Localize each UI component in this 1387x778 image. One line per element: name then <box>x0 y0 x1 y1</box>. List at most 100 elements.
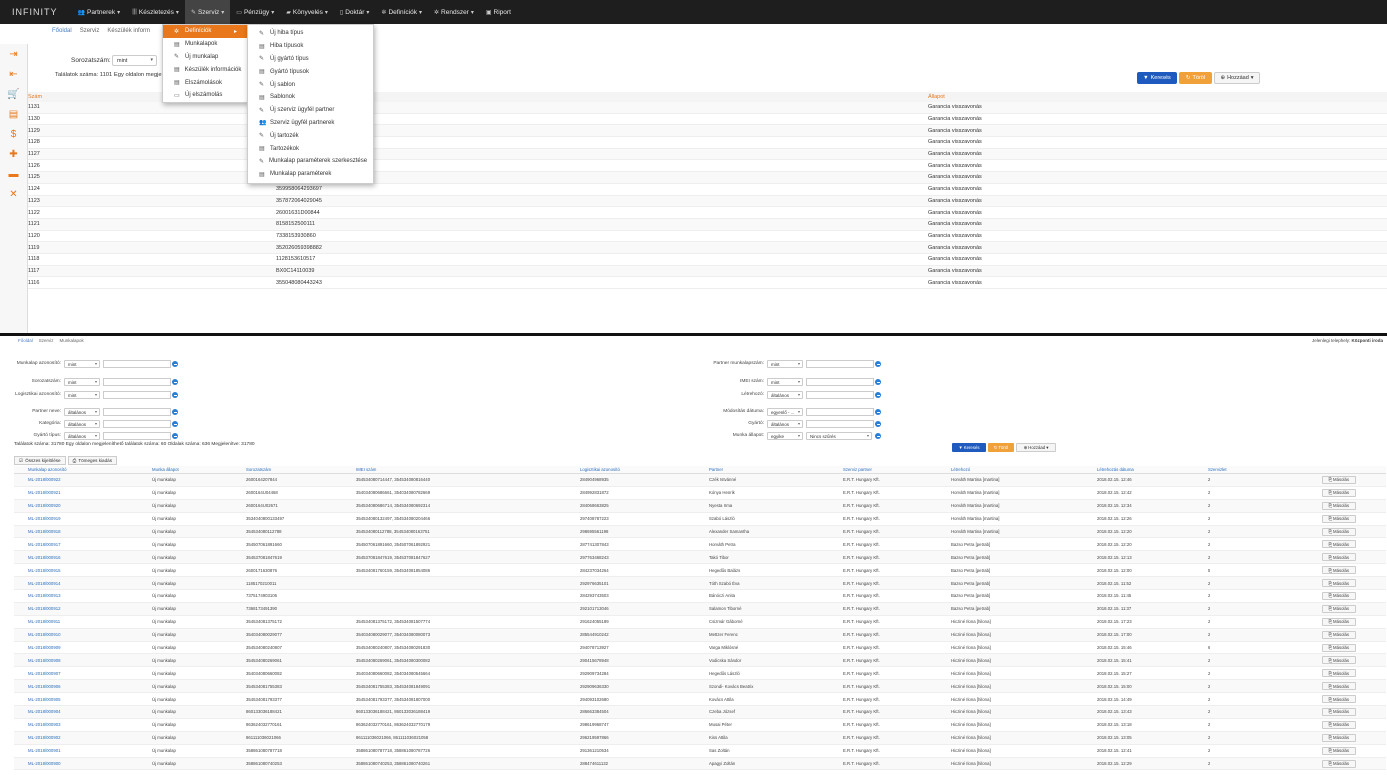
submenu-item-4[interactable]: ✎ Új sablon <box>248 78 373 91</box>
filter-select[interactable]: mint <box>767 378 803 386</box>
table-row[interactable]: 1128 Garancia visszavonás <box>28 137 1387 149</box>
worksheet-link[interactable]: ML-2018/000921 <box>14 490 138 495</box>
cart-icon[interactable]: 🛒 <box>0 84 27 104</box>
copy-button[interactable]: ⎘ Másolás <box>1321 475 1356 484</box>
add-filter-icon[interactable] <box>875 392 881 398</box>
copy-button[interactable]: ⎘ Másolás <box>1321 591 1356 600</box>
col-header[interactable]: Szervizlet <box>1194 467 1227 472</box>
search-button[interactable]: ▼ Keresés <box>1137 72 1177 84</box>
copy-button[interactable]: ⎘ Másolás <box>1321 514 1356 523</box>
copy-button[interactable]: ⎘ Másolás <box>1321 566 1356 575</box>
worksheet-link[interactable]: ML-2018/000918 <box>14 529 138 534</box>
table-row[interactable]: ML-2018/000901 Új munkalap 358861080787718… <box>14 745 1386 758</box>
table-row[interactable]: ML-2018/000911 Új munkalap 354534081375172… <box>14 616 1386 629</box>
nav-1[interactable]: ||| Készletezés ▾ <box>126 0 185 24</box>
worksheet-link[interactable]: ML-2018/000917 <box>14 542 138 547</box>
table-row[interactable]: ML-2018/000906 Új munkalap 354534081755383… <box>14 680 1386 694</box>
table-row[interactable]: 1120 7338153930860 Garancia visszavonás <box>28 231 1387 243</box>
copy-button[interactable]: ⎘ Másolás <box>1321 759 1356 768</box>
nav-4[interactable]: ▰ Könyvelés ▾ <box>280 0 334 24</box>
add-filter-icon[interactable] <box>875 379 881 385</box>
table-row[interactable]: 1127 Garancia visszavonás <box>28 148 1387 161</box>
add-filter-icon[interactable] <box>172 392 178 398</box>
worksheet-link[interactable]: ML-2018/000908 <box>14 658 138 663</box>
submenu-item-3[interactable]: ▤ Gyártó típusok <box>248 65 373 78</box>
worksheet-link[interactable]: ML-2018/000916 <box>14 555 138 560</box>
copy-button[interactable]: ⎘ Másolás <box>1321 501 1356 510</box>
submenu-item-6[interactable]: ✎ Új szerviz ügyfél partner <box>248 104 373 117</box>
table-row[interactable]: 1122 26001631D00844 Garancia visszavonás <box>28 207 1387 219</box>
table-row[interactable]: ML-2018/000915 Új munkalap 2600171630876 35… <box>14 564 1386 578</box>
dollar-icon[interactable]: $ <box>0 124 27 144</box>
submenu-item-11[interactable]: ▤ Munkalap paraméterek <box>248 168 373 181</box>
table-row[interactable]: ML-2018/000918 Új munkalap 354534080112788… <box>14 525 1386 539</box>
table-row[interactable]: 1119 352026059398882 Garancia visszavonás <box>28 242 1387 254</box>
breadcrumb-szerviz[interactable]: Szerviz <box>80 28 100 34</box>
add-filter-icon[interactable] <box>172 433 178 439</box>
document-icon[interactable]: ▤ <box>0 104 27 124</box>
copy-button[interactable]: ⎘ Másolás <box>1321 617 1356 626</box>
worksheet-link[interactable]: ML-2018/000902 <box>14 735 138 740</box>
clear-button-2[interactable]: ↻ Töröl <box>988 443 1014 452</box>
worksheet-link[interactable]: ML-2018/000905 <box>14 697 138 702</box>
filter-select[interactable]: általános <box>64 408 100 416</box>
copy-button[interactable]: ⎘ Másolás <box>1321 488 1356 497</box>
copy-button[interactable]: ⎘ Másolás <box>1321 695 1356 704</box>
col-header[interactable]: Munkalap azonosító <box>14 467 138 472</box>
nav-5[interactable]: ▯ Doktár ▾ <box>334 0 375 24</box>
submenu-item-1[interactable]: ▤ Hiba típusok <box>248 40 373 53</box>
copy-button[interactable]: ⎘ Másolás <box>1321 656 1356 665</box>
worksheet-link[interactable]: ML-2018/000907 <box>14 671 138 676</box>
serial-select[interactable]: mint <box>112 55 157 66</box>
table-row[interactable]: 1121 8158152500111 Garancia visszavonás <box>28 218 1387 231</box>
filter-input[interactable] <box>103 408 171 416</box>
table-row[interactable]: 1125352026059383100Garancia visszavonás <box>28 172 1387 184</box>
col-header[interactable]: Létrehozás dátuma <box>1083 467 1194 472</box>
filter-select[interactable]: mint <box>64 378 100 386</box>
worksheet-link[interactable]: ML-2018/000913 <box>14 593 138 598</box>
login-icon[interactable]: ⇥ <box>0 44 27 64</box>
nav-3[interactable]: ▭ Pénzügy ▾ <box>230 0 280 24</box>
filter-input[interactable] <box>806 391 874 399</box>
table-row[interactable]: ML-2018/000905 Új munkalap 354534081793377… <box>14 693 1386 707</box>
brand-logo[interactable]: INFINITY <box>0 7 72 17</box>
copy-button[interactable]: ⎘ Másolás <box>1321 720 1356 729</box>
clear-button[interactable]: ↻ Töröl <box>1179 72 1212 84</box>
table-row[interactable]: ML-2018/000914 Új munkalap 1185170210011 29… <box>14 577 1386 591</box>
add-filter-icon[interactable] <box>875 361 881 367</box>
table-row[interactable]: 1131 Garancia visszavonás <box>28 102 1387 114</box>
submenu-item-5[interactable]: ▤ Sablonok <box>248 91 373 104</box>
worksheet-link[interactable]: ML-2018/000910 <box>14 632 138 637</box>
table-row[interactable]: 1117 BX0C14110039 Garancia visszavonás <box>28 265 1387 278</box>
bulk-release-button[interactable]: ⎙ Tömeges kiadás <box>67 456 118 465</box>
nav-8[interactable]: ▣ Riport <box>480 0 517 24</box>
table-row[interactable]: ML-2018/000900 Új munkalap 358861080740253… <box>14 757 1386 771</box>
table-row[interactable]: ML-2018/000917 Új munkalap 354507061891660… <box>14 538 1386 552</box>
copy-button[interactable]: ⎘ Másolás <box>1321 604 1356 613</box>
menu-item-2[interactable]: ✎ Új munkalap <box>163 51 247 64</box>
select-all-button[interactable]: ☑ Összes kijelölése <box>14 456 66 465</box>
col-header[interactable]: Létrehozó <box>937 467 1083 472</box>
add-filter-icon[interactable] <box>172 379 178 385</box>
copy-button[interactable]: ⎘ Másolás <box>1321 630 1356 639</box>
truck-icon[interactable]: ▬ <box>0 164 27 184</box>
copy-button[interactable]: ⎘ Másolás <box>1321 553 1356 562</box>
worksheet-link[interactable]: ML-2018/000911 <box>14 619 138 624</box>
filter-input[interactable] <box>806 378 874 386</box>
tools-icon[interactable]: ✕ <box>0 184 27 204</box>
logout-icon[interactable]: ⇤ <box>0 64 27 84</box>
menu-item-1[interactable]: ▤ Munkalapok <box>163 38 247 51</box>
table-row[interactable]: ML-2018/000912 Új munkalap 7368173491390 29… <box>14 602 1386 616</box>
menu-item-4[interactable]: ▤ Elszámolások <box>163 76 247 89</box>
search-button-2[interactable]: ▼ Keresés <box>952 443 986 452</box>
add-filter-icon[interactable] <box>875 433 881 439</box>
submenu-item-7[interactable]: 👥 Szerviz ügyfél partnerek <box>248 117 373 130</box>
filter-select[interactable]: egyike <box>767 432 803 440</box>
filter-select-2[interactable]: Nincs szűrés <box>806 432 872 440</box>
copy-button[interactable]: ⎘ Másolás <box>1321 643 1356 652</box>
submenu-item-2[interactable]: ✎ Új gyártó típus <box>248 53 373 66</box>
filter-select[interactable]: mint <box>767 360 803 368</box>
col-allapot[interactable]: Állapot <box>928 94 1228 100</box>
nav-0[interactable]: 👥 Partnerek ▾ <box>72 0 127 24</box>
copy-button[interactable]: ⎘ Másolás <box>1321 733 1356 742</box>
